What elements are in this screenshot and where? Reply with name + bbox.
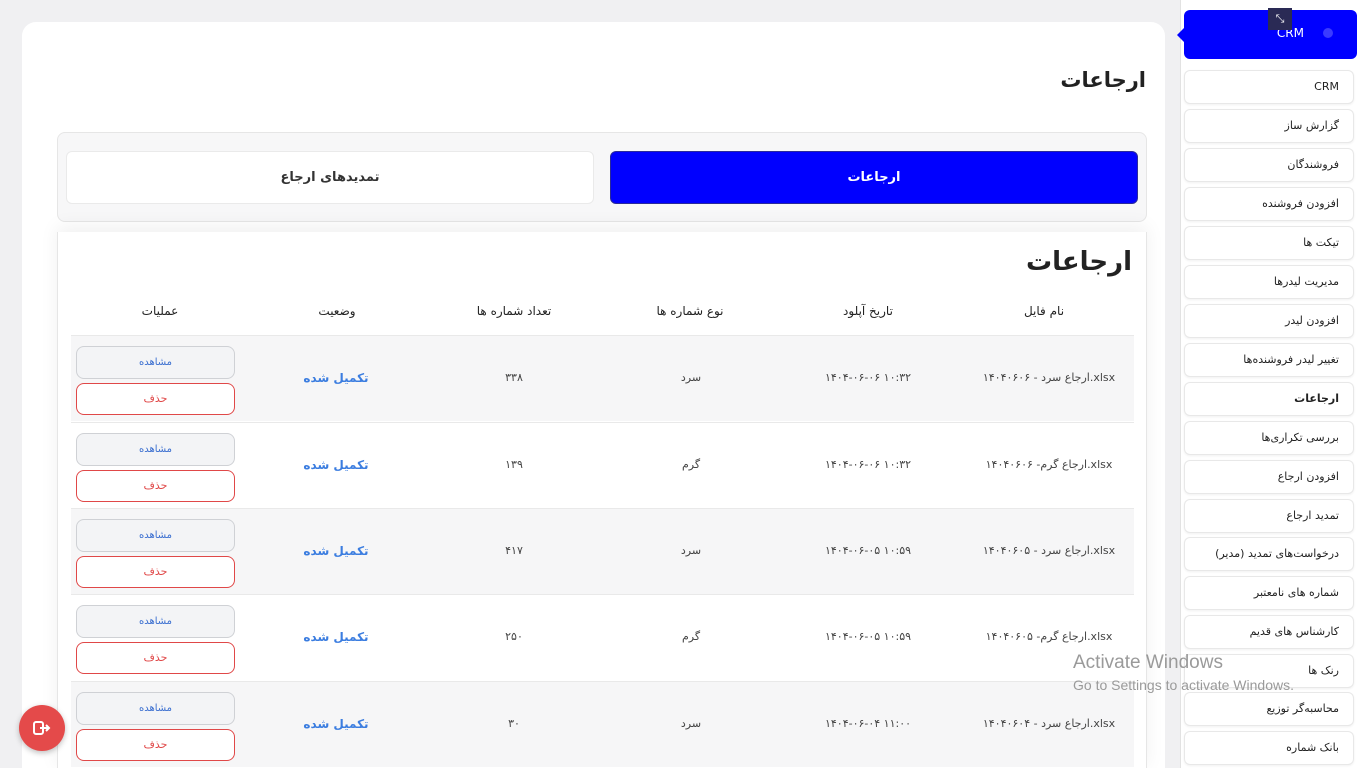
table-row: ارجاع سرد - ۱۴۰۴۰۶۰۵.xlsx ۱۴۰۴-۰۶-۰۵ ۱۰:۵… [71, 508, 1134, 594]
tabs-container: ارجاعات تمدیدهای ارجاع [57, 132, 1147, 222]
cell-file-name: ارجاع گرم- ۱۴۰۴۰۶۰۶.xlsx [985, 458, 1113, 471]
table-row: ارجاع گرم- ۱۴۰۴۰۶۰۶.xlsx ۱۴۰۴-۰۶-۰۶ ۱۰:۳۲… [71, 422, 1134, 508]
header-file-name: نام فایل [1023, 304, 1065, 318]
collapse-sidebar-icon[interactable]: ⤡ [1268, 8, 1292, 30]
cell-number-type: سرد [680, 717, 702, 730]
cell-upload-date: ۱۴۰۴-۰۶-۰۵ ۱۰:۵۹ [824, 544, 912, 557]
view-button[interactable]: مشاهده [76, 433, 235, 466]
sidebar-item[interactable]: مدیریت لیدرها [1184, 265, 1354, 299]
sidebar-item[interactable]: فروشندگان [1184, 148, 1354, 182]
view-button[interactable]: مشاهده [76, 692, 235, 725]
cell-file-name: ارجاع سرد - ۱۴۰۴۰۶۰۶.xlsx [982, 371, 1116, 384]
table-title: ارجاعات [1025, 247, 1132, 277]
cell-number-count: ۲۵۰ [505, 630, 523, 643]
header-status: وضعیت [318, 304, 356, 318]
sidebar-item[interactable]: تغییر لیدر فروشنده‌ها [1184, 343, 1354, 377]
watermark-line2: Go to Settings to activate Windows. [1073, 677, 1294, 693]
cell-upload-date: ۱۴۰۴-۰۶-۰۵ ۱۰:۵۹ [824, 630, 912, 643]
delete-button[interactable]: حذف [76, 556, 235, 588]
watermark-line1: Activate Windows [1073, 652, 1223, 673]
cell-number-type: گرم [681, 630, 701, 643]
sidebar-item[interactable]: افزودن ارجاع [1184, 460, 1354, 494]
header-upload-date: تاریخ آپلود [843, 304, 893, 318]
sidebar-item[interactable]: گزارش ساز [1184, 109, 1354, 143]
cell-file-name: ارجاع سرد - ۱۴۰۴۰۶۰۴.xlsx [982, 717, 1116, 730]
cell-number-type: سرد [680, 371, 702, 384]
page-title: ارجاعات [1060, 68, 1146, 92]
header-actions: عملیات [141, 304, 179, 318]
cell-number-count: ۴۱۷ [505, 544, 523, 557]
windows-activation-watermark: Activate Windows Go to Settings to activ… [1073, 652, 1294, 693]
header-number-type: نوع شماره ها [656, 304, 724, 318]
header-number-count: تعداد شماره ها [476, 304, 552, 318]
cell-status: تکمیل شده [303, 458, 369, 472]
tab-referral-extensions[interactable]: تمدیدهای ارجاع [66, 151, 594, 204]
delete-button[interactable]: حذف [76, 383, 235, 415]
cell-file-name: ارجاع سرد - ۱۴۰۴۰۶۰۵.xlsx [982, 544, 1116, 557]
delete-button[interactable]: حذف [76, 470, 235, 502]
view-button[interactable]: مشاهده [76, 346, 235, 379]
logout-icon [33, 721, 51, 735]
sidebar-item[interactable]: ارجاعات [1184, 382, 1354, 416]
view-button[interactable]: مشاهده [76, 519, 235, 552]
logout-button[interactable] [19, 705, 65, 751]
cell-upload-date: ۱۴۰۴-۰۶-۰۶ ۱۰:۳۲ [824, 371, 912, 384]
cell-upload-date: ۱۴۰۴-۰۶-۰۶ ۱۰:۳۲ [824, 458, 912, 471]
cell-status: تکمیل شده [303, 544, 369, 558]
sidebar-item[interactable]: تیکت ها [1184, 226, 1354, 260]
sidebar-header-arrow [1177, 28, 1184, 42]
sidebar-item[interactable]: شماره های نامعتبر [1184, 576, 1354, 610]
table-row: ارجاع گرم- ۱۴۰۴۰۶۰۵.xlsx ۱۴۰۴-۰۶-۰۵ ۱۰:۵۹… [71, 594, 1134, 680]
cell-number-type: گرم [681, 458, 701, 471]
cell-number-count: ۳۰ [508, 717, 520, 730]
sidebar-item[interactable]: افزودن فروشنده [1184, 187, 1354, 221]
sidebar-item[interactable]: کارشناس های قدیم [1184, 615, 1354, 649]
sidebar-item[interactable]: بانک شماره [1184, 731, 1354, 765]
delete-button[interactable]: حذف [76, 642, 235, 674]
cell-file-name: ارجاع گرم- ۱۴۰۴۰۶۰۵.xlsx [985, 630, 1113, 643]
cell-status: تکمیل شده [303, 630, 369, 644]
cell-status: تکمیل شده [303, 717, 369, 731]
sidebar-item[interactable]: تمدید ارجاع [1184, 499, 1354, 533]
view-button[interactable]: مشاهده [76, 605, 235, 638]
sidebar-item[interactable]: بررسی تکراری‌ها [1184, 421, 1354, 455]
cell-upload-date: ۱۴۰۴-۰۶-۰۴ ۱۱:۰۰ [824, 717, 912, 730]
sidebar-item[interactable]: درخواست‌های تمدید (مدیر) [1184, 537, 1354, 571]
cell-number-type: سرد [680, 544, 702, 557]
table-row: ارجاع سرد - ۱۴۰۴۰۶۰۶.xlsx ۱۴۰۴-۰۶-۰۶ ۱۰:۳… [71, 335, 1134, 421]
referrals-table: ارجاعات نام فایل تاریخ آپلود نوع شماره ه… [57, 232, 1147, 768]
table-row: ارجاع سرد - ۱۴۰۴۰۶۰۴.xlsx ۱۴۰۴-۰۶-۰۴ ۱۱:۰… [71, 681, 1134, 767]
sidebar-item[interactable]: محاسبه‌گر توزیع [1184, 692, 1354, 726]
sidebar-item[interactable]: افزودن لیدر [1184, 304, 1354, 338]
tab-referrals[interactable]: ارجاعات [610, 151, 1138, 204]
cell-number-count: ۱۳۹ [505, 458, 523, 471]
sidebar-header-icon [1323, 28, 1333, 38]
cell-number-count: ۳۳۸ [505, 371, 523, 384]
delete-button[interactable]: حذف [76, 729, 235, 761]
sidebar-item[interactable]: CRM [1184, 70, 1354, 104]
cell-status: تکمیل شده [303, 371, 369, 385]
